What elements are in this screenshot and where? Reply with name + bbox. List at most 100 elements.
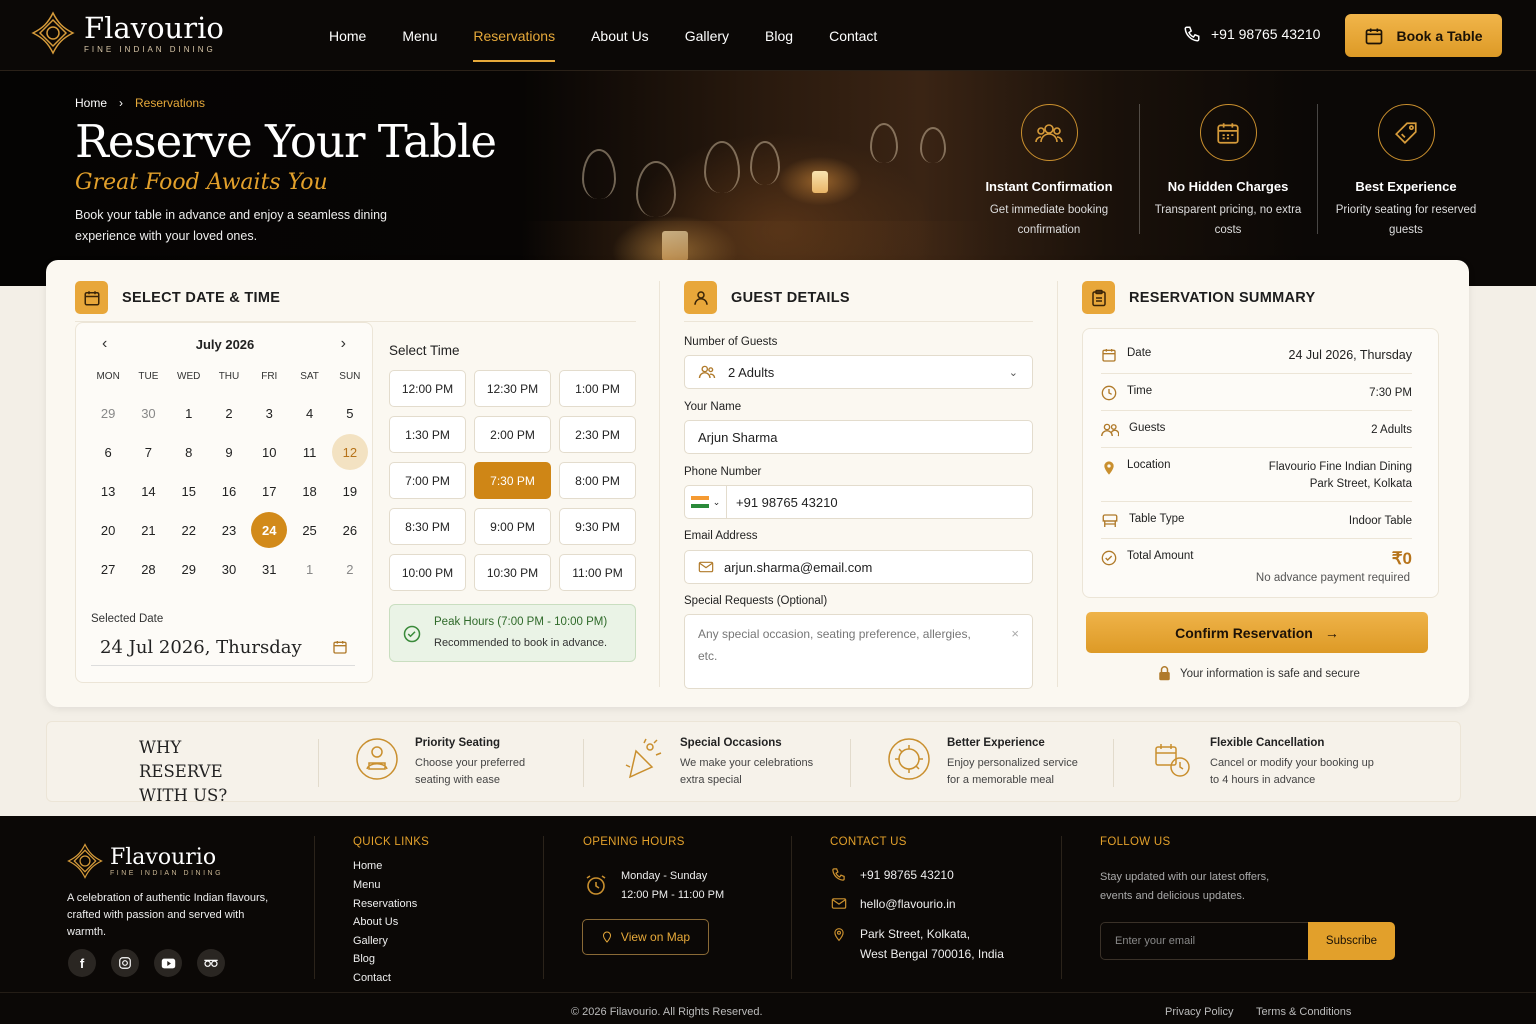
calendar-day[interactable]: 24 (249, 512, 289, 548)
time-slot[interactable]: 10:00 PM (389, 554, 466, 591)
header-phone[interactable]: +91 98765 43210 (1183, 25, 1320, 43)
calendar-day[interactable]: 29 (88, 395, 128, 431)
calendar-day[interactable]: 19 (330, 473, 370, 509)
requests-textarea[interactable]: Any special occasion, seating preference… (684, 614, 1033, 689)
brand-tagline: FINE INDIAN DINING (84, 44, 216, 54)
calendar-day[interactable]: 29 (169, 551, 209, 587)
terms-link[interactable]: Terms & Conditions (1256, 1006, 1351, 1018)
calendar-day[interactable]: 30 (209, 551, 249, 587)
time-slot[interactable]: 1:00 PM (559, 370, 636, 407)
service-icon (888, 738, 930, 780)
phone-input[interactable]: ⌄ +91 98765 43210 (684, 485, 1033, 519)
calendar-day[interactable]: 2 (330, 551, 370, 587)
calendar-day-number: 15 (181, 483, 196, 499)
youtube-icon[interactable] (154, 949, 182, 977)
calendar-day[interactable]: 7 (128, 434, 168, 470)
calendar-day[interactable]: 28 (128, 551, 168, 587)
footer-link-reservations[interactable]: Reservations (353, 898, 417, 910)
calendar-day[interactable]: 9 (209, 434, 249, 470)
nav-menu[interactable]: Menu (402, 0, 437, 70)
footer-link-blog[interactable]: Blog (353, 953, 375, 965)
view-on-map-button[interactable]: View on Map (582, 919, 709, 955)
calendar-day[interactable]: 17 (249, 473, 289, 509)
nav-blog[interactable]: Blog (765, 0, 793, 70)
footer-link-contact[interactable]: Contact (353, 972, 391, 984)
calendar-day[interactable]: 1 (289, 551, 329, 587)
close-icon[interactable]: × (1011, 623, 1019, 645)
selected-date-label: Selected Date (91, 613, 164, 625)
book-table-button[interactable]: Book a Table (1345, 14, 1502, 57)
calendar-icon[interactable] (332, 639, 348, 655)
footer-link-menu[interactable]: Menu (353, 879, 381, 891)
calendar-day[interactable]: 18 (289, 473, 329, 509)
calendar-day[interactable]: 2 (209, 395, 249, 431)
privacy-link[interactable]: Privacy Policy (1165, 1006, 1233, 1018)
guests-select[interactable]: 2 Adults ⌄ (684, 355, 1033, 389)
footer-link-about[interactable]: About Us (353, 916, 398, 928)
time-slot[interactable]: 10:30 PM (474, 554, 551, 591)
nav-contact[interactable]: Contact (829, 0, 877, 70)
summary-row-total: Total Amount ₹0 (1101, 550, 1412, 567)
calendar-day[interactable]: 20 (88, 512, 128, 548)
contact-email[interactable]: hello@flavourio.in (860, 897, 956, 911)
tripadvisor-icon[interactable] (197, 949, 225, 977)
instagram-icon[interactable] (111, 949, 139, 977)
calendar-day[interactable]: 16 (209, 473, 249, 509)
nav-about[interactable]: About Us (591, 0, 649, 70)
time-slot[interactable]: 9:30 PM (559, 508, 636, 545)
time-slot[interactable]: 1:30 PM (389, 416, 466, 453)
time-slot[interactable]: 9:00 PM (474, 508, 551, 545)
section-guest-header: GUEST DETAILS (684, 281, 850, 314)
time-slot[interactable]: 12:00 PM (389, 370, 466, 407)
breadcrumb-home[interactable]: Home (75, 96, 107, 110)
nav-home[interactable]: Home (329, 0, 366, 70)
calendar-day[interactable]: 3 (249, 395, 289, 431)
calendar-day[interactable]: 14 (128, 473, 168, 509)
calendar-day[interactable]: 12 (330, 434, 370, 470)
calendar-day[interactable]: 5 (330, 395, 370, 431)
calendar-day[interactable]: 22 (169, 512, 209, 548)
time-slot[interactable]: 12:30 PM (474, 370, 551, 407)
time-slot[interactable]: 7:30 PM (474, 462, 551, 499)
calendar-day[interactable]: 21 (128, 512, 168, 548)
footer-link-gallery[interactable]: Gallery (353, 935, 388, 947)
subscribe-button[interactable]: Subscribe (1308, 922, 1395, 960)
contact-phone[interactable]: +91 98765 43210 (860, 868, 954, 882)
calendar-day[interactable]: 13 (88, 473, 128, 509)
footer-logo[interactable]: Flavourio FINE INDIAN DINING (66, 842, 223, 880)
calendar-day[interactable]: 8 (169, 434, 209, 470)
nav-gallery[interactable]: Gallery (685, 0, 729, 70)
newsletter-email-input[interactable]: Enter your email (1100, 922, 1309, 960)
calendar-day[interactable]: 4 (289, 395, 329, 431)
calendar-day[interactable]: 30 (128, 395, 168, 431)
calendar-day[interactable]: 26 (330, 512, 370, 548)
calendar-day[interactable]: 23 (209, 512, 249, 548)
time-slot[interactable]: 8:00 PM (559, 462, 636, 499)
next-month-button[interactable]: › (341, 335, 346, 353)
calendar-day[interactable]: 15 (169, 473, 209, 509)
name-input[interactable]: Arjun Sharma (684, 420, 1033, 454)
brand-logo[interactable]: Flavourio FINE INDIAN DINING (30, 10, 224, 56)
calendar-day[interactable]: 27 (88, 551, 128, 587)
why-item-desc: Choose your preferred seating with ease (415, 757, 526, 786)
payment-note: No advance payment required (1255, 572, 1410, 584)
time-slot[interactable]: 2:30 PM (559, 416, 636, 453)
time-slot[interactable]: 7:00 PM (389, 462, 466, 499)
summary-value: 2 Adults (1371, 424, 1412, 436)
nav-reservations[interactable]: Reservations (473, 0, 555, 70)
email-input[interactable]: arjun.sharma@email.com (684, 550, 1033, 584)
calendar-day[interactable]: 1 (169, 395, 209, 431)
time-slot[interactable]: 11:00 PM (559, 554, 636, 591)
footer-link-home[interactable]: Home (353, 860, 382, 872)
calendar-day[interactable]: 10 (249, 434, 289, 470)
calendar-day[interactable]: 25 (289, 512, 329, 548)
country-code-select[interactable]: ⌄ (685, 486, 727, 518)
email-placeholder: Enter your email (1115, 935, 1196, 947)
calendar-day[interactable]: 6 (88, 434, 128, 470)
time-slot[interactable]: 2:00 PM (474, 416, 551, 453)
confirm-reservation-button[interactable]: Confirm Reservation → (1086, 612, 1428, 653)
facebook-icon[interactable]: f (68, 949, 96, 977)
time-slot[interactable]: 8:30 PM (389, 508, 466, 545)
calendar-day[interactable]: 11 (289, 434, 329, 470)
calendar-day[interactable]: 31 (249, 551, 289, 587)
